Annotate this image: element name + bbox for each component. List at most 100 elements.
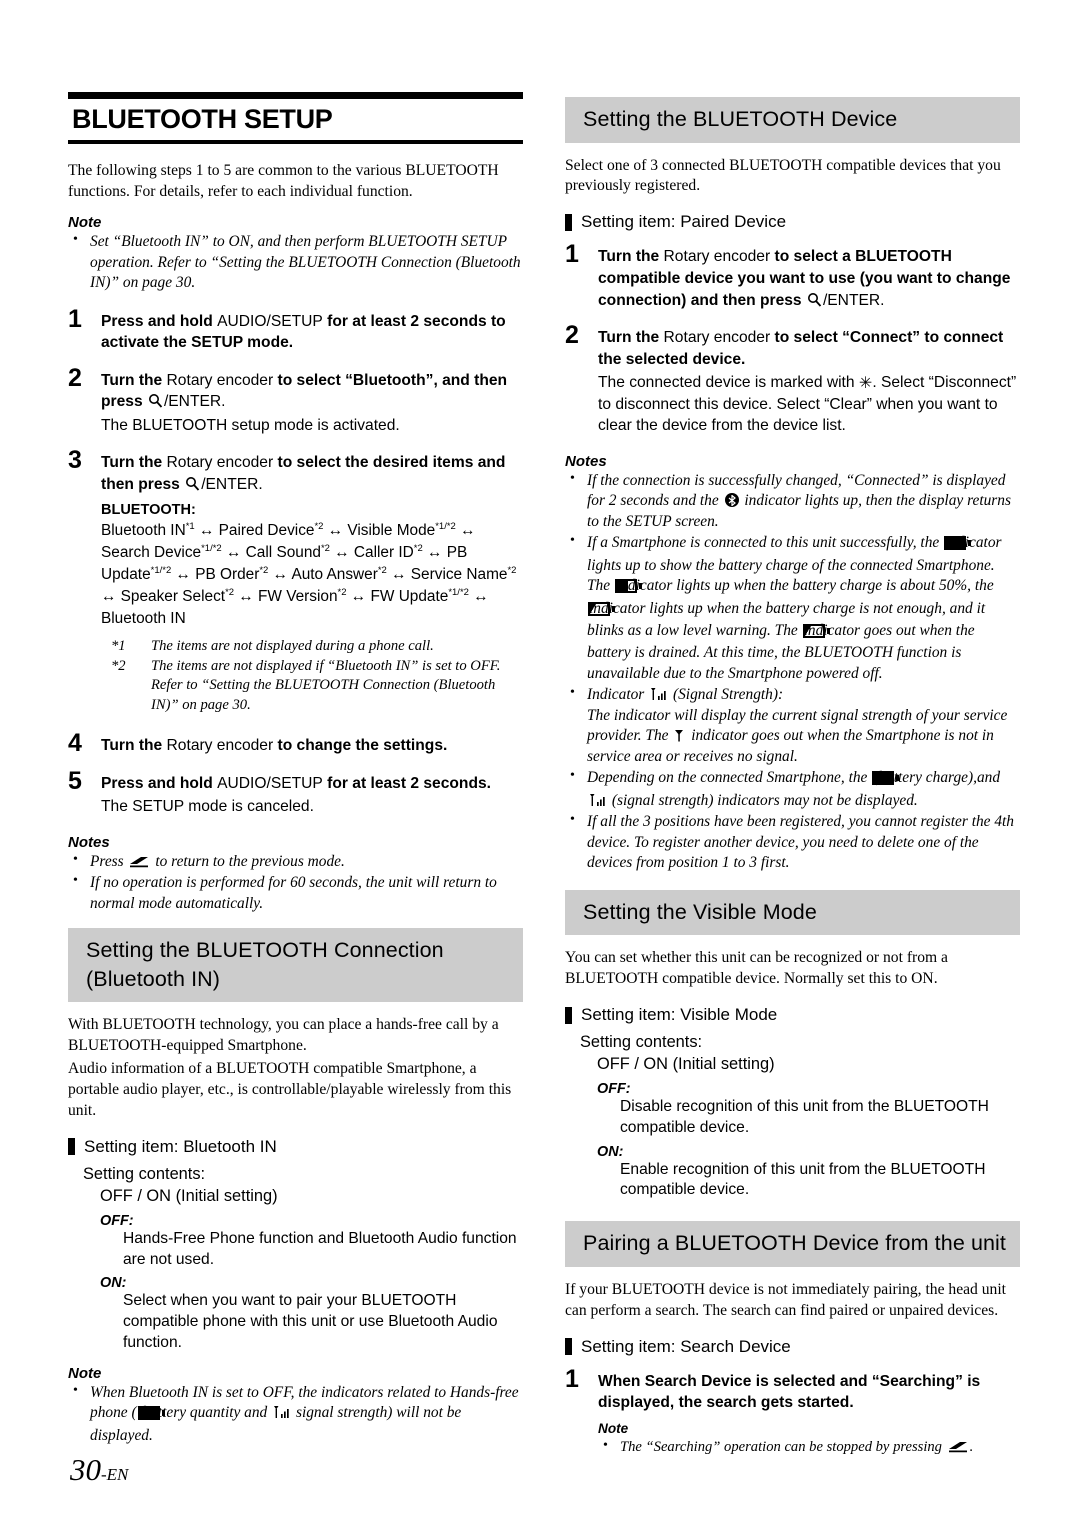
footnote-text: The items are not displayed during a pho… [151, 637, 434, 654]
chain-item: Auto Answer [291, 565, 378, 583]
step-text: Turn the Rotary encoder to select a BLUE… [598, 246, 1020, 311]
note-item: If the connection is successfully change… [565, 470, 1020, 532]
chain-item-footnote-mark: *2 [337, 586, 347, 598]
bullet-bar-icon [68, 1138, 75, 1156]
page-number: 30-EN [70, 1452, 128, 1488]
chain-title: BLUETOOTH: [101, 502, 196, 519]
note-text: Press [90, 852, 128, 870]
section-heading-bluetooth-device: Setting the BLUETOOTH Device [565, 97, 1020, 143]
chain-separator-icon: ↔ [221, 544, 246, 562]
option-desc-on: Enable recognition of this unit from the… [620, 1160, 986, 1199]
step-text-part: Turn the [598, 329, 664, 347]
note-item: Set “Bluetooth IN” to ON, and then perfo… [68, 231, 523, 293]
step-subtext: The connected device is marked with ✳. S… [598, 372, 1020, 437]
step-number: 5 [68, 766, 82, 795]
section-paragraph: If your BLUETOOTH device is not immediat… [565, 1280, 1006, 1319]
chain-item: Caller ID [353, 544, 414, 562]
left-column: BLUETOOTH SETUP The following steps 1 to… [68, 92, 523, 1456]
chain-item-footnote-mark: *2 [413, 542, 423, 554]
step-text-part: Turn the [101, 371, 167, 389]
chain-separator-icon: ↔ [101, 587, 121, 605]
section-paragraph: You can set whether this unit can be rec… [565, 949, 948, 988]
step-2: 2 Turn the Rotary encoder to select “Blu… [68, 365, 523, 437]
footnote-mark: *1 [111, 637, 126, 654]
step-text: Turn the Rotary encoder to select the de… [101, 452, 523, 495]
section-paragraph: Audio information of a BLUETOOTH compati… [68, 1060, 512, 1119]
setting-contents-label: Setting contents: [580, 1033, 703, 1052]
note-text: Depending on the connected Smartphone, t… [587, 769, 872, 787]
section-paragraph: Select one of 3 connected BLUETOOTH comp… [565, 156, 1001, 195]
page-lang-suffix: -EN [101, 1465, 129, 1484]
device-step-2: 2 Turn the Rotary encoder to select “Con… [565, 323, 1020, 437]
chain-separator-icon: ↔ [386, 565, 411, 583]
footnote-list: *1 The items are not displayed during a p… [101, 637, 523, 716]
right-column: Setting the BLUETOOTH Device Select one … [565, 92, 1020, 1467]
setting-values: OFF / ON (Initial setting) [597, 1055, 775, 1074]
setting-item-label: Setting item: Visible Mode [581, 1005, 778, 1025]
step-4: 4 Turn the Rotary encoder to change the … [68, 731, 523, 757]
chain-item-footnote-mark: *1 [185, 521, 195, 533]
note-item: If a Smartphone is connected to this uni… [565, 532, 1020, 684]
chain-item-footnote-mark: *1/*2 [448, 586, 469, 598]
back-icon [129, 854, 149, 867]
note-item: Press to return to the previous mode. [68, 851, 523, 872]
step-enter-label: /ENTER. [822, 291, 885, 309]
step-number: 1 [68, 304, 82, 333]
step-number: 3 [68, 446, 82, 475]
antenna-icon [674, 728, 685, 742]
option-label-on: ON: [597, 1143, 624, 1160]
back-icon [948, 1440, 968, 1453]
chain-separator-icon: ↔ [422, 544, 447, 562]
chain-item: Speaker Select [120, 587, 226, 605]
chain-separator-icon: ↔ [171, 565, 196, 583]
bullet-bar-icon [565, 1006, 572, 1024]
step-text-part: to change the settings. [273, 737, 448, 755]
chain-item: Paired Device [218, 522, 315, 540]
note-text: If all the 3 positions have been registe… [587, 813, 1015, 872]
option-desc-on: Select when you want to pair your BLUETO… [123, 1292, 498, 1351]
chain-separator-icon: ↔ [329, 544, 354, 562]
step-text-part: Press and hold [101, 774, 218, 792]
notes-list: Press to return to the previous mode. If… [68, 851, 523, 914]
step-enter-label: /ENTER. [163, 393, 226, 411]
chain-item: Bluetooth IN [101, 609, 186, 627]
note-text: If a Smartphone is connected to this uni… [587, 534, 944, 552]
step-subtext-part: The connected device is marked with [598, 374, 859, 392]
step-number: 1 [565, 240, 579, 269]
note-item: If no operation is performed for 60 seco… [68, 872, 523, 914]
section-heading-bluetooth-connection: Setting the BLUETOOTH Connection (Blueto… [68, 928, 523, 1003]
signal-icon [589, 793, 606, 807]
menu-chain: Bluetooth IN*1 ↔ Paired Device*2 ↔ Visib… [101, 520, 523, 629]
section-paragraph: With BLUETOOTH technology, you can place… [68, 1016, 499, 1055]
magnifier-icon [185, 476, 200, 491]
chain-item-footnote-mark: *2 [507, 564, 517, 576]
note-text: The “Searching” operation can be stopped… [620, 1438, 946, 1455]
step-number: 2 [68, 363, 82, 392]
option-label-off: OFF: [100, 1212, 134, 1229]
step-key-label: Rotary encoder [166, 737, 274, 755]
chain-separator-icon: ↔ [234, 587, 258, 605]
step-key-label: Rotary encoder [166, 454, 274, 472]
footnote-row: *2 The items are not displayed if “Blueto… [101, 657, 523, 715]
chain-separator-icon: ↔ [455, 522, 476, 540]
setting-item-label: Setting item: Paired Device [581, 212, 787, 232]
chapter-header: BLUETOOTH SETUP [68, 92, 523, 145]
setting-item-bluetooth-in: Setting item: Bluetooth IN [68, 1136, 523, 1158]
step-text-part: for at least 2 seconds. [322, 774, 491, 792]
device-step-1: 1 Turn the Rotary encoder to select a BL… [565, 242, 1020, 311]
step-text: Turn the Rotary encoder to select “Conne… [598, 327, 1020, 370]
chain-separator-icon: ↔ [194, 522, 219, 540]
chain-item: FW Update [370, 587, 449, 605]
bullet-bar-icon [565, 1338, 572, 1356]
chain-separator-icon: ↔ [268, 565, 292, 583]
note-heading: Note [68, 214, 102, 232]
step-key-label: Rotary encoder [663, 248, 771, 266]
option-label-off: OFF: [597, 1081, 631, 1098]
chain-item-footnote-mark: *2 [225, 586, 235, 598]
step-text-part: Press and hold [101, 312, 218, 330]
chain-item: PB Order [195, 565, 260, 583]
bluetooth-icon [724, 493, 739, 508]
step-number: 2 [565, 321, 579, 350]
signal-icon [650, 687, 667, 701]
note-item: Indicator (Signal Strength):The indicato… [565, 684, 1020, 767]
